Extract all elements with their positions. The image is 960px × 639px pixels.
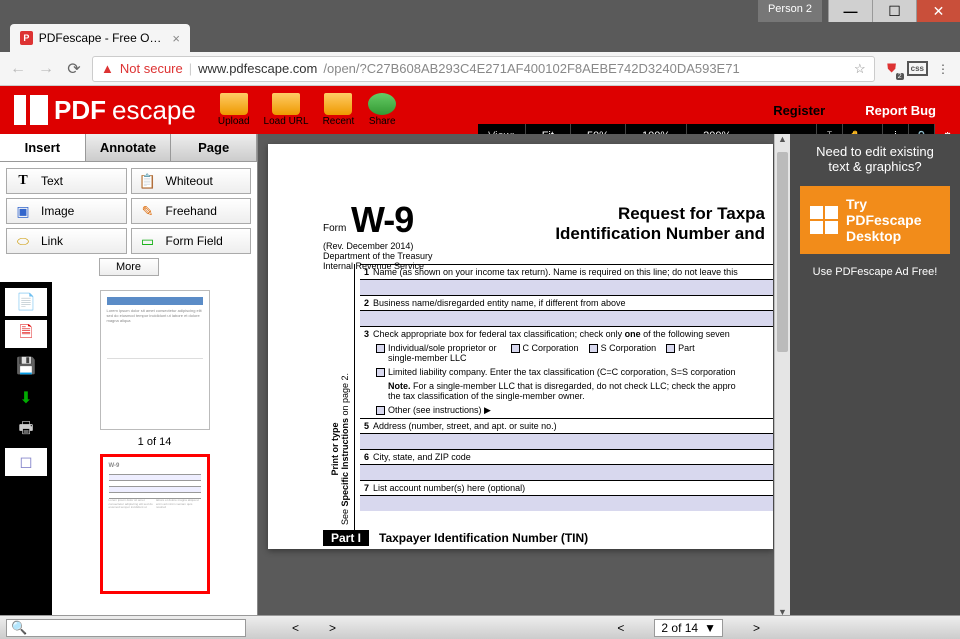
- text-icon: T: [13, 171, 33, 191]
- page-thumbnails: Lorem ipsum dolor sit amet consectetur a…: [52, 282, 257, 639]
- tab-insert[interactable]: Insert: [0, 134, 86, 161]
- download-icon[interactable]: ⬇: [5, 384, 47, 412]
- checkbox-c-corp[interactable]: [511, 344, 520, 353]
- thumbnail-page-1[interactable]: Lorem ipsum dolor sit amet consectetur a…: [100, 290, 210, 430]
- extensions: ⛊2 css ⋮: [883, 60, 952, 78]
- document-icon[interactable]: 🗎: [5, 320, 47, 348]
- tab-title: PDFescape - Free Online: [39, 31, 163, 45]
- favicon-icon: P: [20, 31, 33, 45]
- paging-bar: 🔍 < > < 2 of 14▼ >: [0, 615, 960, 639]
- form-fields: 1Name (as shown on your income tax retur…: [360, 264, 773, 511]
- whiteout-icon: 📋: [138, 171, 158, 191]
- save-icon[interactable]: 💾: [5, 352, 47, 380]
- nav-back[interactable]: ←: [8, 60, 28, 78]
- document-canvas[interactable]: Form W-9 (Rev. December 2014) Department…: [258, 134, 790, 623]
- form-field-icon: ▭: [138, 231, 158, 251]
- checkbox-llc[interactable]: [376, 368, 385, 377]
- tool-tabs: Insert Annotate Page: [0, 134, 257, 162]
- load-url-button[interactable]: Load URL: [264, 93, 309, 127]
- folder-globe-icon: [272, 93, 300, 115]
- blank-tool-icon[interactable]: ◻: [5, 448, 47, 476]
- text-tool[interactable]: TText: [6, 168, 127, 194]
- address-bar: ← → ⟳ ▲ Not secure | www.pdfescape.com /…: [0, 52, 960, 86]
- page-prev2[interactable]: <: [617, 621, 624, 635]
- page-select[interactable]: 2 of 14▼: [654, 619, 723, 637]
- windows-icon: [810, 206, 838, 234]
- freehand-tool[interactable]: ✎Freehand: [131, 198, 252, 224]
- checkbox-other[interactable]: [376, 406, 385, 415]
- nav-reload[interactable]: ⟳: [64, 59, 84, 79]
- checkbox-partnership[interactable]: [666, 344, 675, 353]
- recent-button[interactable]: Recent: [323, 93, 355, 127]
- link-tool[interactable]: ⬭Link: [6, 228, 127, 254]
- register-link[interactable]: Register: [773, 103, 825, 118]
- chevron-down-icon: ▼: [704, 621, 716, 635]
- app-logo[interactable]: PDFescape: [0, 95, 210, 126]
- search-input[interactable]: 🔍: [6, 619, 246, 637]
- form-heading: Request for Taxpa Identification Number …: [555, 204, 765, 244]
- ublock-icon[interactable]: ⛊2: [883, 60, 901, 78]
- window-close[interactable]: ✕: [916, 0, 960, 22]
- promo-panel: Need to edit existing text & graphics? T…: [790, 134, 960, 639]
- folder-clock-icon: [324, 93, 352, 115]
- print-icon[interactable]: 🖶: [5, 416, 47, 444]
- bookmark-star-icon[interactable]: ☆: [854, 61, 866, 77]
- document-viewer: Form W-9 (Rev. December 2014) Department…: [258, 134, 790, 639]
- part1-heading: Part ITaxpayer Identification Number (TI…: [323, 531, 588, 545]
- pdf-page[interactable]: Form W-9 (Rev. December 2014) Department…: [268, 144, 773, 549]
- browser-tab[interactable]: P PDFescape - Free Online ×: [10, 24, 190, 52]
- adfree-link[interactable]: Use PDFescape Ad Free!: [800, 266, 950, 278]
- security-label: Not secure: [120, 61, 183, 76]
- insert-tools: TText 📋Whiteout ▣Image ✎Freehand ⬭Link ▭…: [0, 162, 257, 282]
- side-panel: Insert Annotate Page TText 📋Whiteout ▣Im…: [0, 134, 258, 639]
- css-ext-icon[interactable]: css: [907, 61, 928, 76]
- url-input[interactable]: ▲ Not secure | www.pdfescape.com /open/?…: [92, 56, 875, 82]
- share-button[interactable]: Share: [368, 93, 396, 127]
- logo-icon: [14, 95, 48, 125]
- page-next2[interactable]: >: [753, 621, 760, 635]
- profile-badge[interactable]: Person 2: [758, 0, 822, 22]
- nav-forward[interactable]: →: [36, 60, 56, 78]
- folder-upload-icon: [220, 93, 248, 115]
- pages-view-icon[interactable]: 📄: [5, 288, 47, 316]
- window-minimize[interactable]: —: [828, 0, 872, 22]
- checkbox-s-corp[interactable]: [589, 344, 598, 353]
- link-icon: ⬭: [13, 231, 33, 251]
- scroll-up-icon[interactable]: ▲: [775, 134, 790, 150]
- security-warning-icon: ▲: [101, 61, 114, 76]
- desktop-cta-button[interactable]: TryPDFescapeDesktop: [800, 186, 950, 254]
- url-host: www.pdfescape.com: [198, 61, 317, 76]
- more-tools-button[interactable]: More: [99, 258, 159, 276]
- browser-tabs: P PDFescape - Free Online ×: [0, 22, 960, 52]
- upload-button[interactable]: Upload: [218, 93, 250, 127]
- pencil-icon: ✎: [138, 201, 158, 221]
- scrollbar-v-thumb[interactable]: [777, 152, 788, 352]
- search-icon: 🔍: [11, 620, 27, 636]
- window-maximize[interactable]: ☐: [872, 0, 916, 22]
- url-path: /open/?C27B608AB293C4E271AF400102F8AEBE7…: [323, 61, 739, 76]
- tab-page[interactable]: Page: [171, 134, 257, 161]
- window-titlebar: Person 2 — ☐ ✕: [0, 0, 960, 22]
- tab-close-icon[interactable]: ×: [172, 31, 180, 46]
- tab-annotate[interactable]: Annotate: [86, 134, 172, 161]
- people-share-icon: [368, 93, 396, 115]
- report-bug-link[interactable]: Report Bug: [865, 103, 936, 118]
- whiteout-tool[interactable]: 📋Whiteout: [131, 168, 252, 194]
- image-icon: ▣: [13, 201, 33, 221]
- formfield-tool[interactable]: ▭Form Field: [131, 228, 252, 254]
- thumb-sidebar: 📄 🗎 💾 ⬇ 🖶 ◻: [0, 282, 52, 639]
- checkbox-individual[interactable]: [376, 344, 385, 353]
- browser-menu-icon[interactable]: ⋮: [934, 60, 952, 78]
- image-tool[interactable]: ▣Image: [6, 198, 127, 224]
- form-title: W-9: [351, 199, 413, 240]
- page-prev[interactable]: <: [292, 621, 299, 635]
- page-next[interactable]: >: [329, 621, 336, 635]
- thumbnail-page-2[interactable]: W-9 Lorem ipsum dolor sit amet consectet…: [100, 454, 210, 594]
- scrollbar-vertical[interactable]: ▲ ▼: [774, 134, 790, 623]
- thumbnail-label: 1 of 14: [60, 436, 249, 448]
